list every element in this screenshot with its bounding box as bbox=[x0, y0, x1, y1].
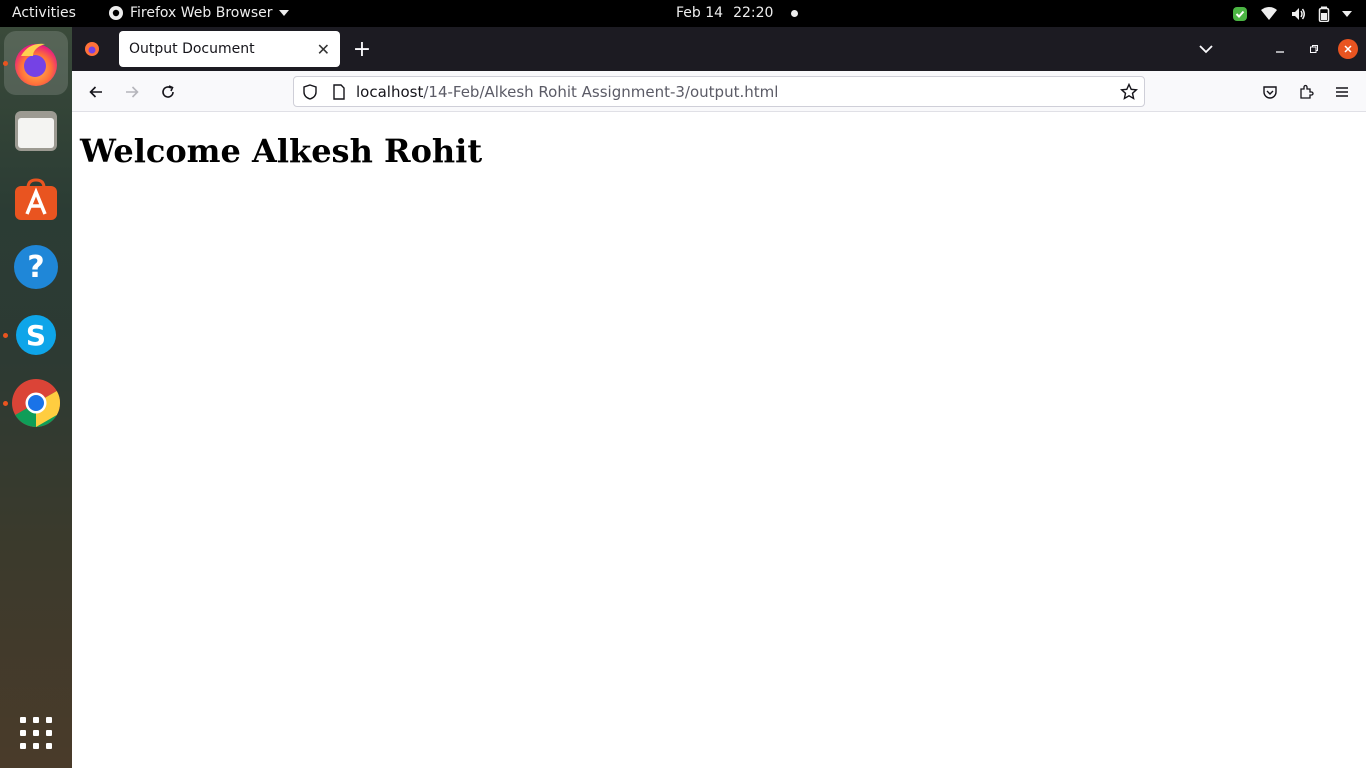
dock-show-apps[interactable] bbox=[4, 701, 68, 765]
extensions-button[interactable] bbox=[1293, 79, 1319, 105]
shield-check-icon[interactable] bbox=[1232, 6, 1248, 22]
firefox-view-button[interactable] bbox=[80, 37, 104, 61]
tracking-protection-shield-icon[interactable] bbox=[302, 83, 318, 100]
dock-help[interactable]: ? bbox=[4, 235, 68, 299]
firefox-small-icon bbox=[109, 6, 123, 20]
url-bar[interactable]: localhost/14-Feb/Alkesh Rohit Assignment… bbox=[293, 76, 1145, 107]
running-indicator bbox=[3, 61, 8, 66]
clock[interactable]: Feb 14 22:20 bbox=[676, 5, 799, 21]
notification-dot-icon bbox=[791, 9, 799, 17]
system-tray[interactable] bbox=[1232, 3, 1352, 24]
hamburger-menu-icon bbox=[1336, 87, 1348, 97]
chevron-down-icon bbox=[278, 10, 289, 16]
minimize-icon bbox=[1276, 51, 1284, 53]
back-button[interactable] bbox=[83, 79, 109, 105]
chevron-down-icon bbox=[1199, 45, 1213, 54]
list-all-tabs-button[interactable] bbox=[1194, 37, 1218, 61]
tab-close-icon[interactable]: ✕ bbox=[317, 40, 330, 59]
app-menu-button[interactable] bbox=[1329, 79, 1355, 105]
tab-title: Output Document bbox=[129, 41, 255, 57]
url-host: localhost bbox=[356, 82, 424, 101]
maximize-button[interactable] bbox=[1304, 39, 1324, 59]
minimize-button[interactable] bbox=[1270, 39, 1290, 59]
battery-icon[interactable] bbox=[1318, 6, 1330, 22]
activities-button[interactable]: Activities bbox=[12, 5, 76, 21]
clock-time: 22:20 bbox=[733, 5, 774, 21]
pocket-button[interactable] bbox=[1257, 79, 1283, 105]
pocket-icon bbox=[1263, 86, 1277, 99]
dock: ? S bbox=[0, 27, 72, 768]
dock-skype[interactable]: S bbox=[4, 303, 68, 367]
navigation-toolbar: localhost/14-Feb/Alkesh Rohit Assignment… bbox=[72, 71, 1366, 112]
restore-icon bbox=[1310, 45, 1318, 53]
clock-date: Feb 14 bbox=[676, 5, 724, 21]
firefox-view-icon bbox=[85, 42, 99, 56]
svg-text:?: ? bbox=[27, 250, 44, 285]
page-content: Welcome Alkesh Rohit bbox=[72, 112, 1366, 768]
firefox-window: Output Document ✕ + localhost /14-Feb/Al… bbox=[72, 27, 1366, 768]
volume-icon[interactable] bbox=[1290, 6, 1306, 22]
help-icon: ? bbox=[14, 245, 58, 289]
app-menu-label: Firefox Web Browser bbox=[130, 5, 273, 21]
dock-firefox[interactable] bbox=[4, 31, 68, 95]
forward-button[interactable] bbox=[119, 79, 145, 105]
dock-files[interactable] bbox=[4, 99, 68, 163]
chrome-icon bbox=[12, 379, 61, 427]
back-arrow-icon bbox=[89, 86, 102, 98]
tab-bar: Output Document ✕ + bbox=[72, 27, 1366, 71]
bookmark-star-icon[interactable] bbox=[1120, 82, 1138, 101]
system-menu-chevron-icon[interactable] bbox=[1342, 10, 1352, 17]
running-indicator bbox=[3, 333, 8, 338]
close-window-button[interactable] bbox=[1338, 39, 1358, 59]
firefox-icon bbox=[15, 43, 57, 86]
reload-icon bbox=[162, 85, 174, 98]
close-icon bbox=[1344, 45, 1352, 53]
dock-app-center[interactable] bbox=[4, 167, 68, 231]
running-indicator bbox=[3, 401, 8, 406]
page-heading: Welcome Alkesh Rohit bbox=[80, 132, 483, 170]
wifi-icon[interactable] bbox=[1260, 6, 1278, 22]
svg-text:S: S bbox=[26, 319, 46, 352]
show-apps-icon bbox=[20, 717, 52, 749]
page-info-icon[interactable] bbox=[332, 83, 346, 100]
tab-active[interactable]: Output Document ✕ bbox=[119, 31, 340, 67]
url-path: /14-Feb/Alkesh Rohit Assignment-3/output… bbox=[423, 82, 779, 101]
skype-icon: S bbox=[16, 315, 56, 355]
new-tab-button[interactable]: + bbox=[350, 36, 374, 62]
app-center-icon bbox=[15, 178, 57, 220]
dock-chrome[interactable] bbox=[4, 371, 68, 435]
reload-button[interactable] bbox=[155, 79, 181, 105]
files-icon bbox=[15, 111, 57, 151]
plus-icon: + bbox=[352, 36, 372, 62]
system-top-bar: Activities Firefox Web Browser Feb 14 22… bbox=[0, 0, 1366, 27]
forward-arrow-icon bbox=[126, 86, 139, 98]
puzzle-icon bbox=[1300, 84, 1314, 99]
app-menu[interactable]: Firefox Web Browser bbox=[108, 5, 289, 21]
